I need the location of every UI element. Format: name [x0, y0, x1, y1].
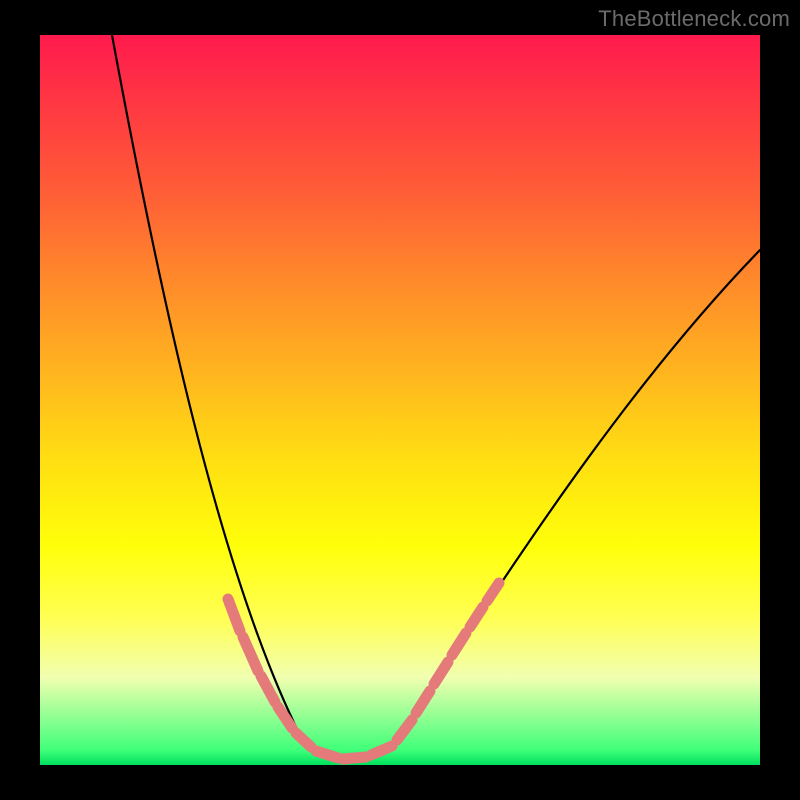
highlight-segment: [487, 583, 499, 601]
highlight-segment: [343, 757, 366, 759]
highlight-segment: [261, 676, 275, 702]
highlight-segment: [278, 707, 292, 728]
plot-area: [40, 35, 760, 765]
watermark-text: TheBottleneck.com: [598, 6, 790, 32]
highlight-segment: [416, 691, 430, 713]
highlight-segment: [243, 637, 258, 671]
highlight-segment: [470, 607, 483, 627]
highlight-segments: [228, 583, 499, 759]
highlight-segment: [452, 633, 466, 655]
highlight-segment: [371, 746, 392, 755]
highlight-segment: [296, 733, 311, 747]
curve-svg: [40, 35, 760, 765]
highlight-segment: [434, 662, 448, 684]
chart-frame: TheBottleneck.com: [0, 0, 800, 800]
highlight-segment: [228, 599, 240, 631]
bottleneck-curve: [112, 35, 760, 761]
highlight-segment: [316, 751, 338, 758]
highlight-segment: [397, 720, 412, 740]
